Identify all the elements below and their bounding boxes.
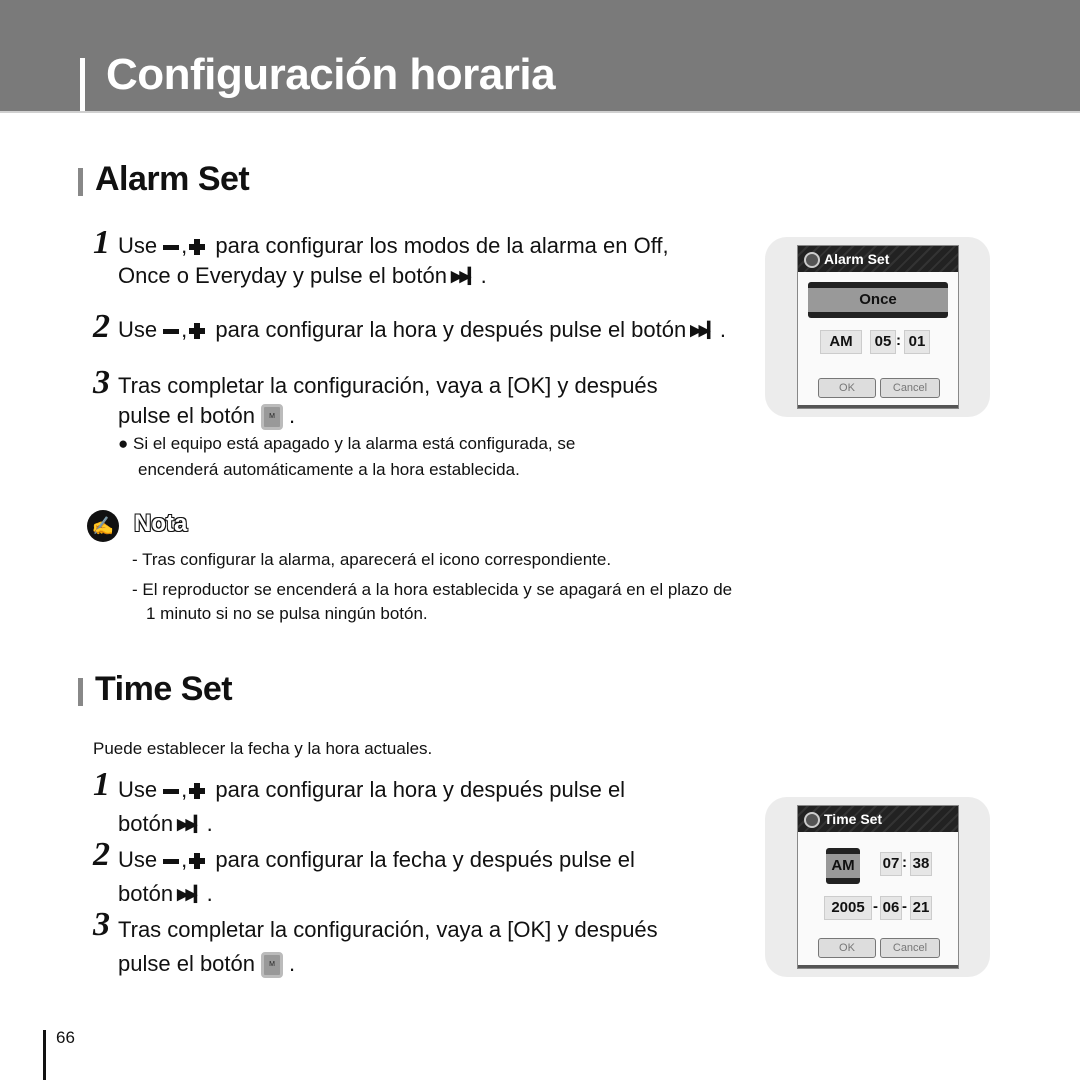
step-text: Use	[118, 233, 158, 258]
step-number: 3	[93, 364, 110, 401]
screen-title: Alarm Set	[824, 251, 890, 267]
section-bar	[78, 168, 83, 196]
year-field[interactable]: 2005	[824, 896, 872, 920]
page-title: Configuración horaria	[106, 50, 556, 99]
alarm-screen-illustration: Alarm Set Once AM 05 : 01 OK Cancel	[765, 237, 990, 417]
step-number: 1	[93, 224, 110, 261]
ampm-selector[interactable]: AM	[826, 848, 860, 884]
step-text: pulse el botón	[118, 403, 255, 428]
time-separator: :	[902, 854, 907, 871]
skip-next-icon: ▶▶▎	[690, 322, 719, 340]
plus-icon	[189, 239, 206, 256]
screen-title-bar: Alarm Set	[798, 246, 958, 272]
page-number: 66	[56, 1028, 75, 1047]
note-pen-icon: ✍	[87, 510, 119, 542]
time-intro: Puede establecer la fecha y la hora actu…	[93, 739, 433, 758]
minus-icon	[163, 858, 180, 864]
plus-icon	[189, 783, 206, 800]
step-number: 2	[93, 836, 110, 873]
screen-title: Time Set	[824, 811, 883, 827]
step-text: Tras completar la configuración, vaya a …	[118, 917, 658, 942]
alarm-step-1: Use, para configurar los modos de la ala…	[118, 231, 669, 292]
time-screen-illustration: Time Set AM 07 : 38 2005 - 06 - 21 OK Ca…	[765, 797, 990, 977]
page-header: Configuración horaria	[0, 0, 1080, 113]
alarm-step-2: Use, para configurar la hora y después p…	[118, 315, 726, 346]
menu-button-icon: M	[261, 404, 283, 431]
month-field[interactable]: 06	[880, 896, 902, 920]
section-title-alarm: Alarm Set	[95, 160, 250, 198]
bullet-text: encenderá automáticamente a la hora esta…	[138, 460, 520, 479]
minus-icon	[163, 328, 180, 334]
bullet-icon: ●	[118, 434, 129, 453]
ok-button[interactable]: OK	[818, 938, 876, 958]
screen-bottom-strip	[798, 405, 958, 408]
note-list: - Tras configurar la alarma, aparecerá e…	[132, 545, 732, 629]
date-separator: -	[902, 898, 907, 915]
header-accent-bar	[80, 58, 85, 111]
step-text: botón	[118, 881, 174, 906]
plus-icon	[189, 853, 206, 870]
step-text: Tras completar la configuración, vaya a …	[118, 373, 658, 398]
hour-field[interactable]: 05	[870, 330, 896, 354]
step-text: pulse el botón	[118, 951, 255, 976]
alarm-mode-selector[interactable]: Once	[808, 282, 948, 318]
ok-label: OK	[839, 942, 855, 954]
device-screen: Time Set AM 07 : 38 2005 - 06 - 21 OK Ca…	[797, 805, 959, 969]
section-title-time: Time Set	[95, 670, 233, 708]
day-field[interactable]: 21	[910, 896, 932, 920]
step-text: para configurar los modos de la alarma e…	[215, 233, 669, 258]
cancel-button[interactable]: Cancel	[880, 378, 940, 398]
step-text: para configurar la fecha y después pulse…	[215, 847, 635, 872]
menu-button-icon: M	[261, 952, 283, 979]
hour-field[interactable]: 07	[880, 852, 902, 876]
bullet-note: ● Si el equipo está apagado y la alarma …	[118, 431, 575, 483]
cancel-label: Cancel	[892, 942, 928, 954]
device-screen: Alarm Set Once AM 05 : 01 OK Cancel	[797, 245, 959, 409]
minute-field[interactable]: 01	[904, 330, 930, 354]
cancel-button[interactable]: Cancel	[880, 938, 940, 958]
step-text: Once o Everyday y pulse el botón	[118, 263, 447, 288]
alarm-step-3: Tras completar la configuración, vaya a …	[118, 371, 658, 431]
note-label: Nota	[134, 510, 188, 537]
skip-next-icon: ▶▶▎	[450, 268, 480, 286]
screen-bottom-strip	[798, 965, 958, 968]
plus-icon	[189, 323, 206, 340]
bullet-text: Si el equipo está apagado y la alarma es…	[133, 434, 576, 453]
time-step-1: Use, para configurar la hora y después p…	[118, 773, 625, 842]
note-item: - Tras configurar la alarma, aparecerá e…	[132, 550, 612, 569]
ampm-field[interactable]: AM	[820, 330, 862, 354]
minus-icon	[163, 244, 180, 250]
page-number-bar	[43, 1030, 46, 1080]
date-separator: -	[873, 898, 878, 915]
time-step-3: Tras completar la configuración, vaya a …	[118, 913, 658, 981]
step-text: para configurar la hora y después pulse …	[215, 777, 626, 802]
step-number: 2	[93, 308, 110, 345]
step-text: para configurar la hora y después pulse …	[215, 317, 687, 342]
clock-icon	[804, 812, 820, 829]
ok-button[interactable]: OK	[818, 378, 876, 398]
clock-icon	[804, 252, 820, 269]
step-number: 3	[93, 906, 110, 943]
step-text: Use	[118, 777, 158, 802]
time-separator: :	[896, 332, 901, 349]
screen-title-bar: Time Set	[798, 806, 958, 832]
minute-field[interactable]: 38	[910, 852, 932, 876]
step-text: botón	[118, 811, 174, 836]
ok-label: OK	[839, 382, 855, 394]
section-bar	[78, 678, 83, 706]
minus-icon	[163, 788, 180, 794]
skip-next-icon: ▶▶▎	[177, 886, 206, 904]
step-text: Use	[118, 847, 158, 872]
time-step-2: Use, para configurar la fecha y después …	[118, 843, 635, 912]
step-number: 1	[93, 766, 110, 803]
skip-next-icon: ▶▶▎	[177, 816, 206, 834]
cancel-label: Cancel	[892, 382, 928, 394]
step-text: Use	[118, 317, 158, 342]
